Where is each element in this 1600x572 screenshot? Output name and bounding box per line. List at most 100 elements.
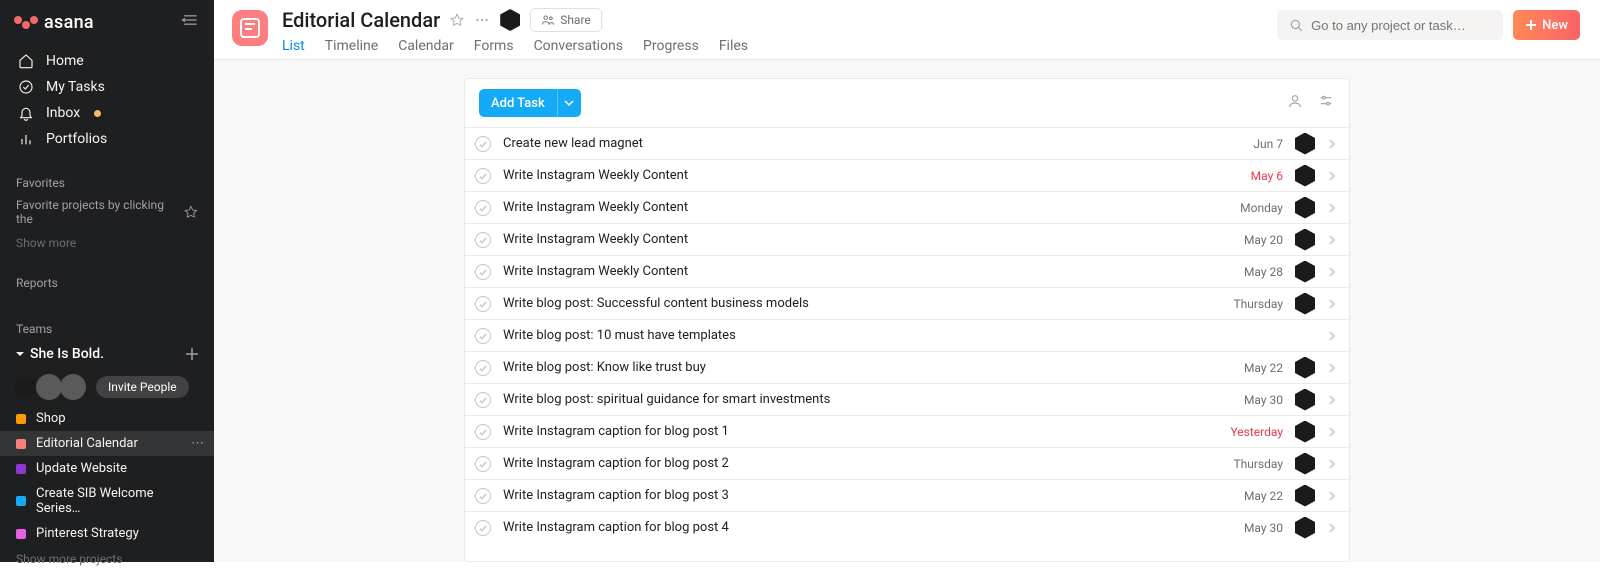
task-row[interactable]: Write Instagram Weekly ContentMay 20	[465, 223, 1349, 255]
people-icon	[541, 13, 555, 27]
chevron-right-icon	[1327, 491, 1337, 501]
complete-task-icon[interactable]	[475, 264, 491, 280]
task-assignee-avatar[interactable]	[1295, 198, 1315, 218]
search-box[interactable]	[1277, 10, 1503, 40]
add-project-button[interactable]	[182, 344, 202, 364]
sidebar-item-label: Portfolios	[46, 131, 107, 147]
complete-task-icon[interactable]	[475, 360, 491, 376]
share-label: Share	[560, 13, 591, 27]
task-row[interactable]: Write blog post: Successful content busi…	[465, 287, 1349, 319]
task-assignee-avatar[interactable]	[1295, 486, 1315, 506]
complete-task-icon[interactable]	[475, 296, 491, 312]
task-row[interactable]: Write Instagram Weekly ContentMay 6	[465, 159, 1349, 191]
task-panel: Add Task Create new lead magnetJun 7Writ…	[464, 78, 1350, 562]
sidebar-project[interactable]: Editorial Calendar ⋯	[0, 431, 214, 456]
main: Editorial Calendar Share ListTimelineCal…	[214, 0, 1600, 562]
show-more-projects[interactable]: Show more projects	[0, 546, 214, 572]
chevron-right-icon	[1327, 299, 1337, 309]
task-row[interactable]: Create new lead magnetJun 7	[465, 127, 1349, 159]
logo-text: asana	[44, 12, 94, 33]
options-icon[interactable]	[1317, 93, 1335, 113]
sidebar-item-home[interactable]: Home	[0, 48, 214, 74]
sidebar-project[interactable]: Pinterest Strategy⋯	[0, 521, 214, 546]
collapse-sidebar-icon[interactable]	[180, 10, 200, 34]
project-actions-icon[interactable]: ⋯	[191, 436, 204, 451]
complete-task-icon[interactable]	[475, 424, 491, 440]
show-more-favorites[interactable]: Show more	[0, 230, 214, 256]
complete-task-icon[interactable]	[475, 520, 491, 536]
task-row[interactable]: Write blog post: spiritual guidance for …	[465, 383, 1349, 415]
task-row[interactable]: Write Instagram caption for blog post 2 T…	[465, 447, 1349, 479]
logo[interactable]: asana	[14, 12, 94, 33]
task-assignee-avatar[interactable]	[1295, 262, 1315, 282]
project-name: Editorial Calendar	[36, 436, 138, 451]
sidebar-item-portfolios[interactable]: Portfolios	[0, 126, 214, 152]
sidebar: asana Home My Tasks Inbox Portfolios Favori…	[0, 0, 214, 562]
task-name: Write blog post: spiritual guidance for …	[503, 392, 1232, 407]
task-row[interactable]: Write Instagram Weekly ContentMonday	[465, 191, 1349, 223]
reports-header: Reports	[0, 268, 214, 294]
task-due-date: Yesterday	[1230, 425, 1283, 439]
team-name: She Is Bold.	[30, 346, 104, 362]
plus-icon	[1525, 19, 1537, 31]
task-assignee-avatar[interactable]	[1295, 518, 1315, 538]
task-assignee-avatar[interactable]	[1295, 390, 1315, 410]
sidebar-item-inbox[interactable]: Inbox	[0, 100, 214, 126]
search-input[interactable]	[1311, 18, 1491, 33]
sidebar-item-my-tasks[interactable]: My Tasks	[0, 74, 214, 100]
task-name: Write Instagram caption for blog post 2	[503, 456, 1221, 471]
complete-task-icon[interactable]	[475, 328, 491, 344]
task-due-date: Thursday	[1233, 457, 1283, 471]
task-row[interactable]: Write Instagram caption for blog post 3M…	[465, 479, 1349, 511]
assignee-filter-icon[interactable]	[1287, 93, 1303, 113]
project-color-icon[interactable]	[232, 10, 268, 46]
new-label: New	[1542, 18, 1568, 33]
complete-task-icon[interactable]	[475, 136, 491, 152]
project-actions-icon[interactable]	[474, 12, 490, 28]
project-owner-avatar[interactable]	[500, 10, 520, 30]
task-due-date: Jun 7	[1253, 137, 1283, 151]
sidebar-project[interactable]: Shop⋯	[0, 406, 214, 431]
complete-task-icon[interactable]	[475, 200, 491, 216]
task-due-date: May 22	[1244, 361, 1283, 375]
new-button[interactable]: New	[1513, 10, 1580, 40]
sidebar-nav: Home My Tasks Inbox Portfolios	[0, 44, 214, 156]
complete-task-icon[interactable]	[475, 168, 491, 184]
task-assignee-avatar[interactable]	[1295, 166, 1315, 186]
complete-task-icon[interactable]	[475, 232, 491, 248]
task-name: Write Instagram Weekly Content	[503, 168, 1239, 183]
task-list: Create new lead magnetJun 7Write Instagr…	[465, 127, 1349, 543]
team-row[interactable]: She Is Bold.	[0, 340, 214, 368]
chevron-right-icon	[1327, 203, 1337, 213]
favorites-hint: Favorite projects by clicking the	[0, 194, 214, 230]
sidebar-item-label: My Tasks	[46, 79, 105, 95]
task-row[interactable]: Write Instagram caption for blog post 4M…	[465, 511, 1349, 543]
task-assignee-avatar[interactable]	[1295, 230, 1315, 250]
sidebar-project[interactable]: Create SIB Welcome Series…⋯	[0, 481, 214, 521]
add-task-dropdown[interactable]	[557, 89, 581, 117]
add-task-button[interactable]: Add Task	[479, 89, 557, 117]
task-assignee-avatar[interactable]	[1295, 454, 1315, 474]
task-row[interactable]: Write Instagram Weekly ContentMay 28	[465, 255, 1349, 287]
share-button[interactable]: Share	[530, 8, 602, 32]
star-icon[interactable]	[450, 13, 464, 27]
sidebar-project[interactable]: Update Website⋯	[0, 456, 214, 481]
task-assignee-avatar[interactable]	[1295, 358, 1315, 378]
task-row[interactable]: Write blog post: Know like trust buyMay …	[465, 351, 1349, 383]
invite-people-button[interactable]: Invite People	[96, 376, 189, 398]
header: Editorial Calendar Share ListTimelineCal…	[214, 0, 1600, 60]
complete-task-icon[interactable]	[475, 456, 491, 472]
avatar[interactable]	[12, 374, 38, 400]
task-assignee-avatar[interactable]	[1295, 294, 1315, 314]
task-assignee-avatar[interactable]	[1295, 422, 1315, 442]
complete-task-icon[interactable]	[475, 488, 491, 504]
complete-task-icon[interactable]	[475, 392, 491, 408]
avatar-placeholder[interactable]	[60, 374, 86, 400]
avatar-placeholder[interactable]	[36, 374, 62, 400]
task-assignee-avatar[interactable]	[1295, 134, 1315, 154]
task-name: Write blog post: 10 must have templates	[503, 328, 1315, 343]
task-due-date: May 22	[1244, 489, 1283, 503]
project-name: Pinterest Strategy	[36, 526, 139, 541]
task-row[interactable]: Write blog post: 10 must have templates	[465, 319, 1349, 351]
task-row[interactable]: Write Instagram caption for blog post 1Y…	[465, 415, 1349, 447]
